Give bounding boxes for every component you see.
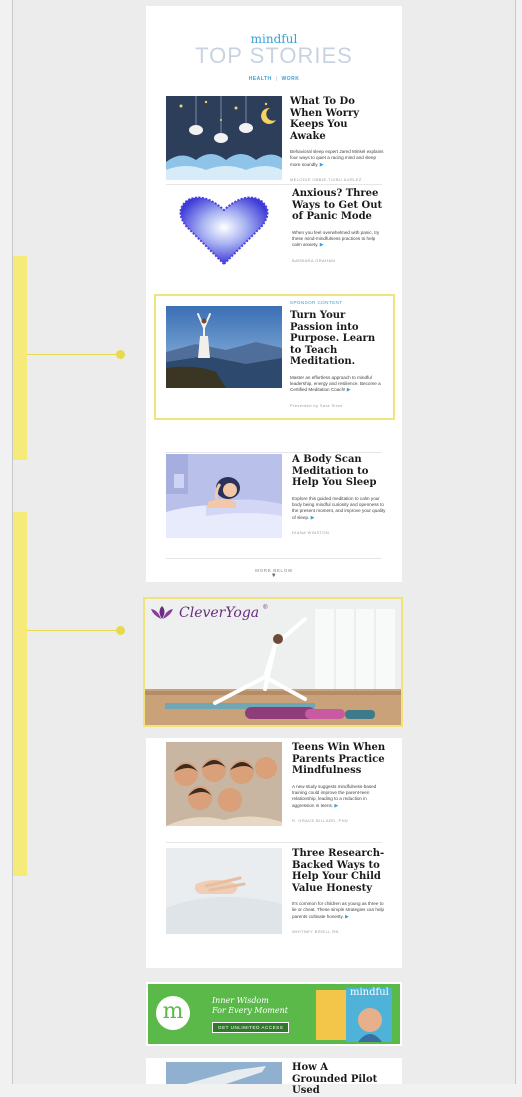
more-below[interactable]: MORE BELOW ▼ (146, 568, 402, 579)
story-title[interactable]: Three Research-Backed Ways to Help Your … (292, 848, 386, 894)
story-summary: It's common for children as young as thr… (292, 901, 385, 920)
story-summary: When you feel overwhelmed with panic, tr… (292, 229, 380, 249)
story-title[interactable]: Turn Your Passion into Purpose. Learn to… (290, 310, 384, 368)
arrow-right-icon[interactable]: ▶ (320, 162, 324, 168)
magazine-brand: mindful (350, 987, 389, 998)
arrow-right-icon[interactable]: ▶ (347, 387, 351, 393)
lotus-icon (151, 606, 173, 619)
story-card[interactable]: What To Do When Worry Keeps You Awake Be… (166, 96, 384, 183)
story-image-sheep-night[interactable] (166, 96, 282, 180)
subscription-promo[interactable]: m Inner Wisdom For Every Moment GET UNLI… (146, 982, 402, 1046)
arrow-right-icon[interactable]: ▶ (311, 515, 315, 521)
story-title[interactable]: A Body Scan Meditation to Help You Sleep (292, 454, 386, 489)
callout-dot (116, 626, 125, 635)
story-byline: R. GRACE BILLARD, PHD (292, 818, 349, 824)
annotation-bar (13, 512, 27, 876)
story-image-mountain-yoga[interactable] (166, 306, 282, 388)
email-lower-section: Teens Win When Parents Practice Mindfuln… (146, 738, 402, 968)
sponsor-label: SPONSOR CONTENT (290, 300, 343, 305)
story-byline: BARBARA GRAHAM (292, 257, 336, 263)
chevron-down-icon[interactable]: ▼ (146, 573, 402, 579)
email-bottom-section: How A Grounded Pilot Used (146, 1058, 402, 1096)
story-summary: A new study suggests mindfulness-based t… (292, 783, 377, 809)
mindful-m-logo: m (156, 996, 190, 1030)
story-card[interactable]: How A Grounded Pilot Used (166, 1062, 382, 1096)
callout-line (27, 630, 120, 631)
email-top-section: mindful TOP STORIES HEALTH | WORK What To … (146, 6, 402, 582)
story-summary: Master an effortless approach to mindful… (290, 374, 381, 394)
trademark: ® (263, 605, 268, 611)
sponsor-byline: Presented by Sara Siren (290, 402, 343, 408)
section-nav: HEALTH | WORK (248, 76, 300, 82)
annotation-bar (13, 256, 27, 460)
story-card[interactable]: Anxious? Three Ways to Get Out of Panic … (166, 188, 382, 272)
story-image-pilot[interactable] (166, 1062, 282, 1084)
sponsor-story-card[interactable]: SPONSOR CONTENT Turn Your Passion into P… (166, 300, 382, 414)
nav-link-health[interactable]: HEALTH (249, 76, 272, 82)
promo-banner[interactable]: m Inner Wisdom For Every Moment GET UNLI… (148, 984, 400, 1044)
promo-tagline: Inner Wisdom For Every Moment (212, 996, 288, 1015)
nav-link-work[interactable]: WORK (281, 76, 299, 82)
magazine-covers: mindful (316, 987, 394, 1042)
story-summary: Explore this guided meditation to calm y… (292, 495, 386, 521)
story-byline: WHITNEY BRIELL RN (292, 929, 339, 935)
clever-yoga-logo[interactable]: CleverYoga ® (149, 605, 268, 621)
story-byline: DIANA WINSTON (292, 530, 330, 536)
divider (166, 842, 382, 843)
divider (166, 184, 382, 185)
story-title[interactable]: What To Do When Worry Keeps You Awake (290, 96, 384, 142)
story-title[interactable]: Anxious? Three Ways to Get Out of Panic … (292, 188, 386, 223)
divider (166, 558, 382, 559)
story-title[interactable]: Teens Win When Parents Practice Mindfuln… (292, 742, 386, 777)
ad-brand: CleverYoga (179, 605, 260, 621)
arrow-right-icon[interactable]: ▶ (320, 242, 324, 248)
story-card[interactable]: Three Research-Backed Ways to Help Your … (166, 848, 384, 958)
callout-line (27, 354, 120, 355)
story-card[interactable]: A Body Scan Meditation to Help You Sleep… (166, 454, 385, 546)
arrow-right-icon[interactable]: ▶ (334, 803, 338, 809)
get-unlimited-access-button[interactable]: GET UNLIMITED ACCESS (212, 1022, 290, 1033)
story-title[interactable]: How A Grounded Pilot Used (292, 1062, 386, 1097)
story-summary: Behavioral sleep expert Jared Minkel exp… (290, 149, 384, 168)
story-card[interactable]: Teens Win When Parents Practice Mindfuln… (166, 742, 385, 828)
callout-dot (116, 350, 125, 359)
story-byline: MELODIE OBBIE-TUIBU AURLEZ (290, 177, 362, 183)
arrow-right-icon[interactable]: ▶ (345, 914, 349, 920)
page-title: TOP STORIES (195, 43, 353, 68)
clever-yoga-ad[interactable]: CleverYoga ® (143, 597, 403, 727)
story-image-sleeping-woman[interactable] (166, 454, 282, 538)
story-image-heart[interactable] (166, 188, 282, 272)
story-image-child-hands[interactable] (166, 848, 282, 934)
divider (166, 452, 382, 453)
story-image-teens[interactable] (166, 742, 282, 826)
